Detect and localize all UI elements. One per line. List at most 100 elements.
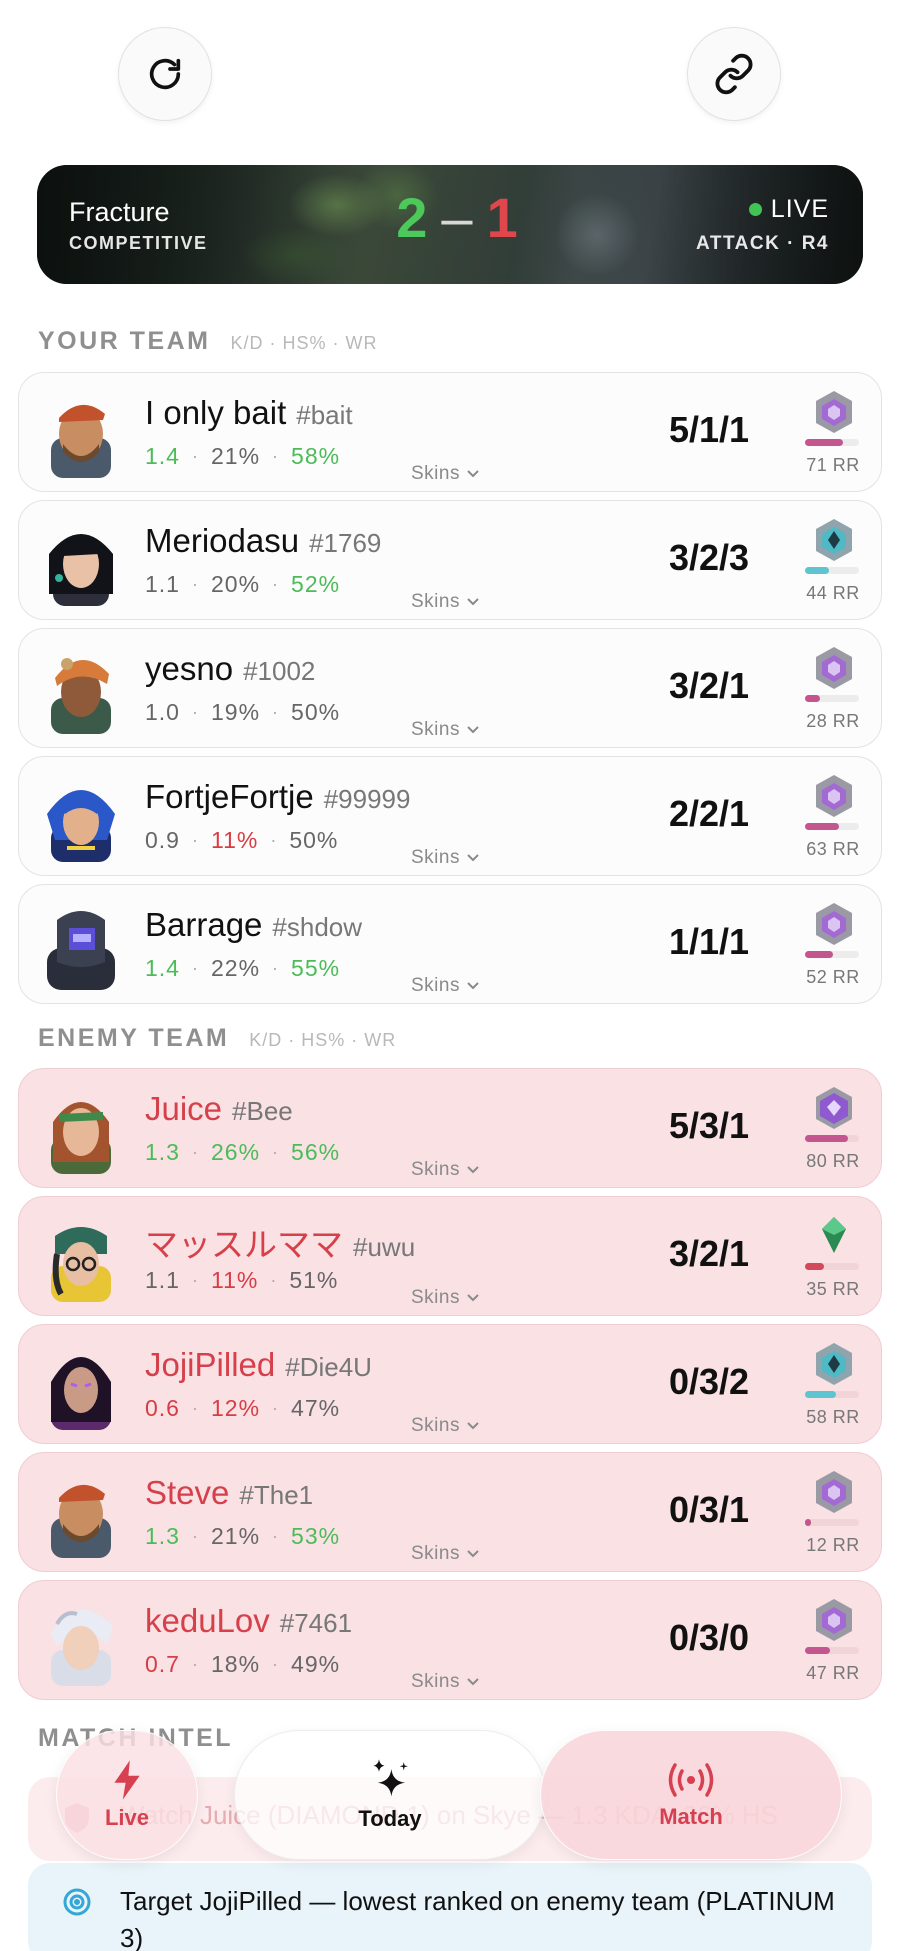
rr-value: 35 RR xyxy=(806,1279,860,1299)
rank-badge: 35 RR xyxy=(797,1213,867,1303)
rank-badge: 44 RR xyxy=(797,517,867,607)
score-separator: – xyxy=(441,186,473,249)
rr-progress-fill xyxy=(805,823,840,830)
agent-portrait-icon xyxy=(51,1357,111,1430)
player-tag: #bait xyxy=(296,400,353,430)
chevron-down-icon xyxy=(467,1678,479,1686)
agent-avatar-kayo-brimstone xyxy=(37,386,125,478)
target-icon xyxy=(63,1888,91,1916)
stat-hs: 21% xyxy=(210,443,261,469)
rr-value: 52 RR xyxy=(806,967,860,987)
stat-wr: 51% xyxy=(289,1267,339,1293)
rr-progress-fill xyxy=(805,1519,812,1526)
tab-match-label: Match xyxy=(659,1804,723,1829)
skins-label: Skins xyxy=(411,1415,460,1436)
rr-value: 12 RR xyxy=(806,1535,860,1555)
player-row-enemy-1[interactable]: Juice #Bee 1.3 · 26% · 56% Skins 5/3/1 80 RR xyxy=(18,1068,882,1188)
player-tag: #1769 xyxy=(309,528,382,558)
agent-avatar-raze xyxy=(37,642,125,734)
stat-kd: 1.4 xyxy=(145,443,180,469)
player-tag: #Die4U xyxy=(285,1352,372,1382)
tab-today[interactable]: Today xyxy=(234,1730,546,1860)
live-indicator: LIVE xyxy=(748,195,829,224)
player-row-ally-1[interactable]: I only bait #bait 1.4 · 21% · 58% Skins 5/1/1… xyxy=(18,372,882,492)
refresh-button[interactable] xyxy=(118,27,212,121)
skins-toggle[interactable]: Skins xyxy=(411,1415,480,1437)
player-row-enemy-5[interactable]: keduLov #7461 0.7 · 18% · 49% Skins 0/3/0 47 … xyxy=(18,1580,882,1700)
player-stats: 0.6 · 12% · 47% xyxy=(145,1395,341,1421)
rr-progress-track xyxy=(805,439,859,446)
tab-match[interactable]: Match xyxy=(540,1730,842,1860)
skins-toggle[interactable]: Skins xyxy=(411,463,480,485)
rr-progress-fill xyxy=(805,1391,837,1398)
rank-badge: 52 RR xyxy=(797,901,867,991)
rr-value: 63 RR xyxy=(806,839,860,859)
player-row-enemy-3[interactable]: JojiPilled #Die4U 0.6 · 12% · 47% Skins 0/3/2… xyxy=(18,1324,882,1444)
stat-hs: 11% xyxy=(210,1267,259,1293)
live-dot-icon xyxy=(748,203,762,216)
agent-avatar-kayo xyxy=(37,898,125,990)
agent-avatar-sage xyxy=(37,514,125,606)
rank-platinum-icon xyxy=(816,775,852,817)
rank-platinum-icon xyxy=(816,1599,852,1641)
stat-wr: 56% xyxy=(291,1139,341,1165)
enemy-team-columns: K/D · HS% · WR xyxy=(249,1030,397,1050)
rank-badge: 28 RR xyxy=(797,645,867,735)
chevron-down-icon xyxy=(467,726,479,734)
player-kda: 5/3/1 xyxy=(668,1105,750,1146)
player-name: Meriodasu xyxy=(145,522,300,559)
player-kda: 0/3/1 xyxy=(668,1489,750,1530)
skins-label: Skins xyxy=(411,1543,460,1564)
player-kda: 3/2/1 xyxy=(668,665,750,706)
player-name: I only bait xyxy=(145,394,287,431)
skins-toggle[interactable]: Skins xyxy=(411,1543,480,1565)
skins-toggle[interactable]: Skins xyxy=(411,975,480,997)
enemy-team-title: ENEMY TEAM xyxy=(38,1024,230,1052)
tab-live[interactable]: Live xyxy=(56,1730,198,1860)
player-kda: 3/2/1 xyxy=(668,1233,750,1274)
stat-wr: 58% xyxy=(291,443,341,469)
rank-platinum-icon xyxy=(816,391,852,433)
skins-toggle[interactable]: Skins xyxy=(411,1287,480,1309)
player-name: yesno xyxy=(145,650,234,687)
player-row-ally-5[interactable]: Barrage #shdow 1.4 · 22% · 55% Skins 1/1/1 52… xyxy=(18,884,882,1004)
ally-score: 2 xyxy=(396,186,428,249)
skins-toggle[interactable]: Skins xyxy=(411,847,480,869)
stat-kd: 1.1 xyxy=(145,1267,180,1293)
live-label: LIVE xyxy=(770,195,829,223)
skins-label: Skins xyxy=(411,975,460,996)
player-row-enemy-2[interactable]: マッスルママ #uwu 1.1 · 11% · 51% Skins 3/2/1 35 RR xyxy=(18,1196,882,1316)
rr-progress-track xyxy=(805,567,859,574)
match-banner[interactable]: Fracture COMPETITIVE 2 – 1 LIVE ATTACK ·… xyxy=(37,165,863,284)
player-tag: #uwu xyxy=(353,1232,416,1262)
skins-label: Skins xyxy=(411,591,460,612)
player-row-enemy-4[interactable]: Steve #The1 1.3 · 21% · 53% Skins 0/3/1 12 RR xyxy=(18,1452,882,1572)
skins-toggle[interactable]: Skins xyxy=(411,1159,480,1181)
player-row-ally-2[interactable]: Meriodasu #1769 1.1 · 20% · 52% Skins 3/2/3 4… xyxy=(18,500,882,620)
rr-value: 47 RR xyxy=(806,1663,860,1683)
rank-diamond-icon xyxy=(816,1343,852,1385)
skins-label: Skins xyxy=(411,1287,460,1308)
player-tag: #1002 xyxy=(243,656,316,686)
player-stats: 1.4 · 22% · 55% xyxy=(145,955,341,981)
stat-kd: 1.3 xyxy=(145,1139,180,1165)
rank-ascendant-icon xyxy=(822,1217,846,1253)
player-row-ally-4[interactable]: FortjeFortje #99999 0.9 · 11% · 50% Skins 2/2… xyxy=(18,756,882,876)
player-name: JojiPilled xyxy=(145,1346,276,1383)
skins-toggle[interactable]: Skins xyxy=(411,1671,480,1693)
player-tag: #shdow xyxy=(272,912,363,942)
skins-label: Skins xyxy=(411,719,460,740)
rr-progress-track xyxy=(805,1647,859,1654)
share-link-button[interactable] xyxy=(687,27,781,121)
chevron-down-icon xyxy=(467,1294,479,1302)
skins-toggle[interactable]: Skins xyxy=(411,719,480,741)
tab-today-label: Today xyxy=(358,1806,422,1831)
sparkles-icon xyxy=(373,1759,408,1797)
your-team-header: YOUR TEAM K/D · HS% · WR xyxy=(38,327,378,356)
skins-toggle[interactable]: Skins xyxy=(411,591,480,613)
agent-portrait-icon xyxy=(51,658,111,734)
player-row-ally-3[interactable]: yesno #1002 1.0 · 19% · 50% Skins 3/2/1 28 RR xyxy=(18,628,882,748)
chevron-down-icon xyxy=(467,1550,479,1558)
player-name: Barrage xyxy=(145,906,263,943)
chevron-down-icon xyxy=(467,598,479,606)
